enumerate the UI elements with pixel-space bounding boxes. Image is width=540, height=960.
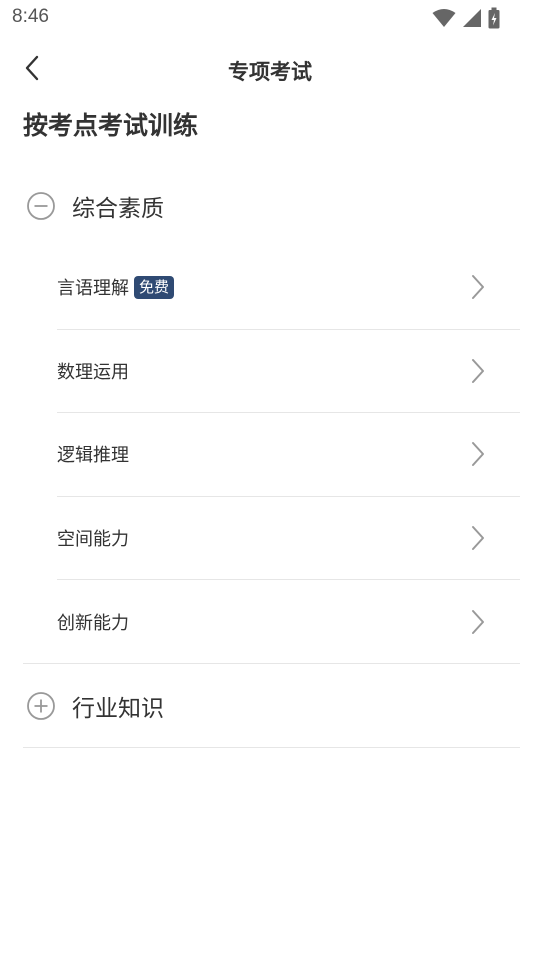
page-title: 专项考试: [228, 60, 312, 84]
subcategory-list: 言语理解 免费 数理运用 逻辑推理 空间能力 创新能力: [57, 246, 520, 664]
category-label: 综合素质: [72, 196, 164, 222]
list-item-innovation-ability[interactable]: 创新能力: [57, 580, 520, 664]
chevron-right-icon: [472, 358, 484, 383]
list-item-label: 逻辑推理: [57, 445, 129, 467]
section-title: 按考点考试训练: [23, 111, 199, 140]
list-item-spatial-ability[interactable]: 空间能力: [57, 497, 520, 580]
list-item-label: 空间能力: [57, 528, 129, 550]
status-icons: [432, 6, 500, 30]
chevron-right-icon: [472, 275, 484, 300]
category-comprehensive-quality[interactable]: 综合素质: [23, 164, 520, 248]
battery-icon: [488, 7, 500, 29]
expand-icon: [27, 691, 55, 720]
list-item-quantitative[interactable]: 数理运用: [57, 330, 520, 413]
cellular-signal-icon: [463, 9, 481, 27]
list-item-label: 创新能力: [57, 612, 129, 634]
list-item-logical-reasoning[interactable]: 逻辑推理: [57, 413, 520, 497]
list-item-label: 数理运用: [57, 361, 129, 383]
category-industry-knowledge[interactable]: 行业知识: [23, 664, 520, 748]
collapse-icon: [27, 192, 55, 220]
nav-bar: 专项考试: [0, 40, 540, 98]
chevron-right-icon: [472, 525, 484, 550]
wifi-icon: [432, 9, 456, 27]
chevron-right-icon: [472, 609, 484, 634]
list-item-verbal-comprehension[interactable]: 言语理解 免费: [57, 246, 520, 330]
chevron-right-icon: [472, 442, 484, 467]
free-badge: 免费: [134, 275, 175, 299]
category-label: 行业知识: [72, 695, 164, 722]
status-bar: 8:46: [0, 0, 540, 36]
status-time: 8:46: [12, 6, 49, 27]
list-item-label: 言语理解: [57, 278, 129, 300]
